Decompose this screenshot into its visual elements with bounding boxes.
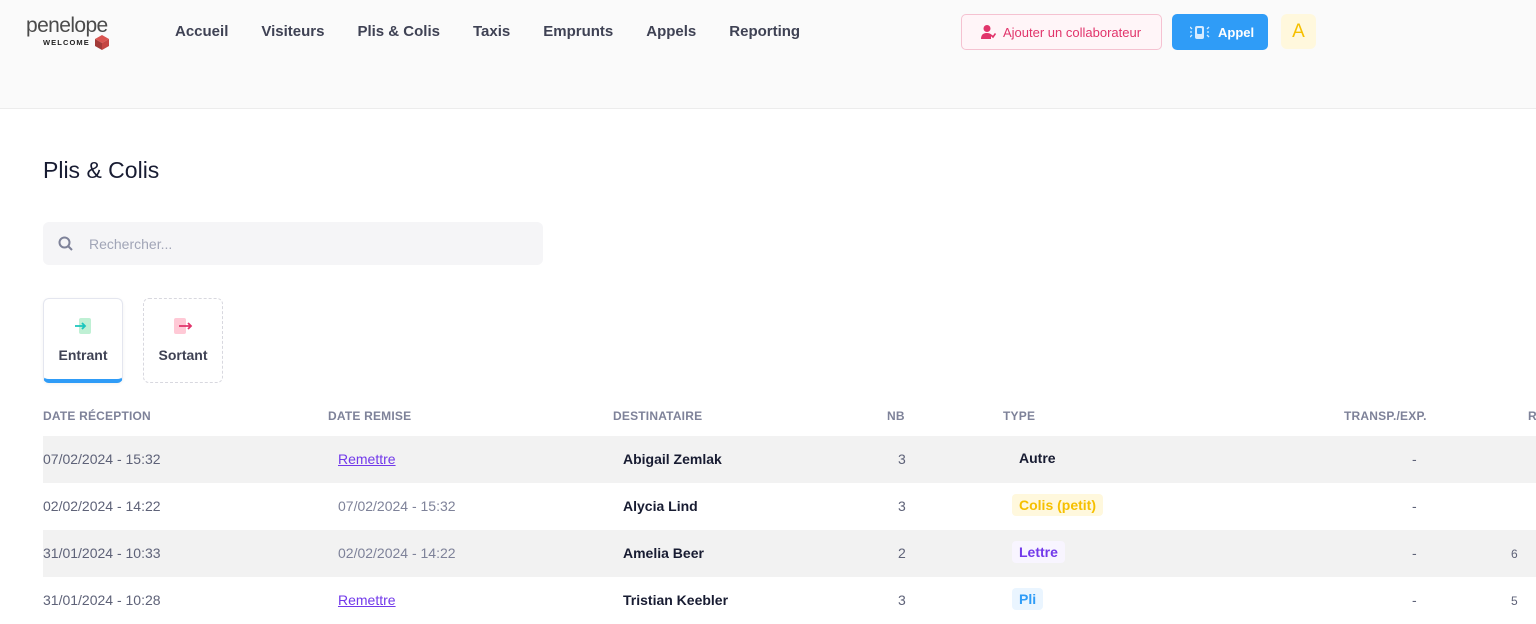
- table-row[interactable]: 31/01/2024 - 10:33 02/02/2024 - 14:22 Am…: [43, 530, 1536, 577]
- table-header: DATE RÉCEPTION DATE REMISE DESTINATAIRE …: [0, 409, 1536, 425]
- phone-ring-icon: [1190, 26, 1210, 39]
- col-date-reception[interactable]: DATE RÉCEPTION: [43, 409, 151, 423]
- nav-reporting[interactable]: Reporting: [729, 23, 800, 40]
- add-user-icon: [981, 25, 996, 39]
- tab-entrant[interactable]: Entrant: [43, 298, 123, 383]
- type-badge: Colis (petit): [1012, 494, 1103, 516]
- add-collaborator-button[interactable]: Ajouter un collaborateur: [961, 14, 1162, 50]
- tab-sortant[interactable]: Sortant: [143, 298, 223, 383]
- top-header: penelope WELCOME Accueil Visiteurs Plis …: [0, 0, 1536, 109]
- col-nb[interactable]: NB: [887, 409, 905, 423]
- add-collaborator-label: Ajouter un collaborateur: [1003, 24, 1142, 40]
- cell-destinataire: Tristian Keebler: [623, 592, 729, 608]
- table-row[interactable]: 02/02/2024 - 14:22 07/02/2024 - 15:32 Al…: [43, 483, 1536, 530]
- type-badge: Autre: [1019, 450, 1056, 466]
- user-avatar[interactable]: A: [1281, 14, 1316, 49]
- cell-destinataire: Abigail Zemlak: [623, 451, 722, 467]
- main-nav: Accueil Visiteurs Plis & Colis Taxis Emp…: [175, 23, 833, 40]
- cell-transp: -: [1412, 592, 1417, 608]
- cell-transp: -: [1412, 545, 1417, 561]
- cell-transp: -: [1412, 498, 1417, 514]
- cell-nb: 3: [898, 498, 906, 514]
- nav-taxis[interactable]: Taxis: [473, 23, 510, 40]
- tab-sortant-label: Sortant: [158, 347, 208, 363]
- logo-subtitle: WELCOME: [43, 38, 90, 47]
- cell-date-reception: 07/02/2024 - 15:32: [43, 451, 161, 467]
- col-destinataire[interactable]: DESTINATAIRE: [613, 409, 702, 423]
- table-row[interactable]: 31/01/2024 - 10:28 Remettre Tristian Kee…: [43, 577, 1536, 624]
- cell-date-remise: 02/02/2024 - 14:22: [338, 545, 456, 561]
- nav-plis-colis[interactable]: Plis & Colis: [357, 23, 440, 40]
- cell-nb: 3: [898, 592, 906, 608]
- cell-r: 5: [1511, 594, 1518, 608]
- call-label: Appel: [1218, 24, 1255, 40]
- cube-icon: [95, 35, 109, 50]
- call-button[interactable]: Appel: [1172, 14, 1268, 50]
- search-box: [43, 222, 543, 265]
- type-badge: Lettre: [1012, 541, 1065, 563]
- table-row[interactable]: 07/02/2024 - 15:32 Remettre Abigail Zeml…: [43, 436, 1536, 483]
- search-input[interactable]: [89, 222, 529, 265]
- cell-nb: 2: [898, 545, 906, 561]
- col-date-remise[interactable]: DATE REMISE: [328, 409, 411, 423]
- cell-transp: -: [1412, 451, 1417, 467]
- remettre-link[interactable]: Remettre: [338, 451, 396, 467]
- cell-nb: 3: [898, 451, 906, 467]
- inbox-arrow-in-icon: [75, 318, 91, 334]
- nav-visiteurs[interactable]: Visiteurs: [261, 23, 324, 40]
- page-title: Plis & Colis: [43, 157, 160, 183]
- cell-date-reception: 31/01/2024 - 10:33: [43, 545, 161, 561]
- cell-r: 6: [1511, 547, 1518, 561]
- nav-accueil[interactable]: Accueil: [175, 23, 228, 40]
- col-r[interactable]: R: [1528, 409, 1536, 423]
- nav-emprunts[interactable]: Emprunts: [543, 23, 613, 40]
- cell-destinataire: Alycia Lind: [623, 498, 698, 514]
- tab-entrant-label: Entrant: [58, 347, 108, 363]
- cell-date-reception: 02/02/2024 - 14:22: [43, 498, 161, 514]
- remettre-link[interactable]: Remettre: [338, 592, 396, 608]
- col-transp-exp[interactable]: TRANSP./EXP.: [1344, 409, 1427, 423]
- col-type[interactable]: TYPE: [1003, 409, 1035, 423]
- cell-date-remise: 07/02/2024 - 15:32: [338, 498, 456, 514]
- cell-destinataire: Amelia Beer: [623, 545, 704, 561]
- cell-date-reception: 31/01/2024 - 10:28: [43, 592, 161, 608]
- search-icon: [58, 236, 73, 251]
- nav-appels[interactable]: Appels: [646, 23, 696, 40]
- penelope-logo[interactable]: penelope WELCOME: [26, 14, 116, 54]
- type-badge: Pli: [1012, 588, 1044, 610]
- outbox-arrow-out-icon: [174, 318, 193, 334]
